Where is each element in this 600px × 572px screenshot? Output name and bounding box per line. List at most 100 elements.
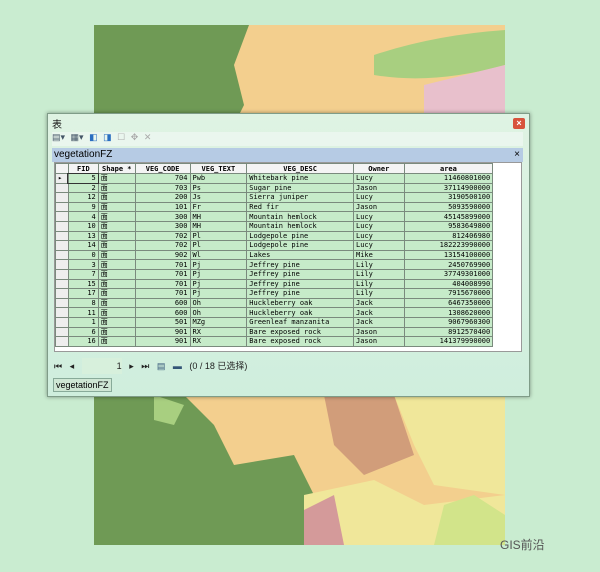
table-cell[interactable]: 面 [97, 288, 136, 299]
table-cell[interactable]: Huckleberry oak [246, 307, 354, 318]
clear-selection-icon[interactable]: ☐ [117, 132, 125, 143]
table-row[interactable]: 10 面 300 MH Mountain hemlock Lucy 9583649800 [55, 220, 521, 232]
table-cell[interactable]: Jason [352, 336, 405, 347]
table-cell[interactable]: 200 [134, 192, 191, 203]
page-input[interactable]: 1 [81, 358, 122, 374]
table-cell[interactable]: 182223990000 [403, 240, 494, 251]
column-header[interactable]: FID [67, 163, 99, 174]
table-cell[interactable]: Pj [189, 259, 248, 270]
table-cell[interactable]: MH [189, 220, 248, 232]
table-cell[interactable]: 702 [134, 240, 191, 251]
table-row[interactable]: ▸ 5 面 704 Pwb Whitebark pine Lucy 11460801000 [55, 172, 521, 185]
table-cell[interactable]: MH [189, 211, 248, 222]
table-cell[interactable]: Oh [189, 297, 248, 309]
table-cell[interactable]: MZg [189, 316, 248, 328]
table-cell[interactable]: 面 [97, 211, 136, 222]
table-cell[interactable]: 面 [97, 220, 136, 232]
table-cell[interactable]: 面 [97, 240, 136, 251]
table-cell[interactable]: 701 [134, 259, 191, 270]
table-row[interactable]: 8 面 600 Oh Huckleberry oak Jack 6467350000 [55, 297, 521, 309]
table-cell[interactable]: 701 [134, 278, 191, 290]
table-cell[interactable]: 901 [134, 326, 191, 338]
table-cell[interactable]: 14 [67, 240, 99, 251]
table-row[interactable]: 9 面 101 Fr Red fir Jason 5093590000 [55, 201, 521, 213]
row-selector[interactable] [55, 297, 69, 309]
next-record-button[interactable]: ▸ [129, 358, 134, 374]
attribute-grid[interactable]: FID Shape * VEG_CODE VEG_TEXT VEG_DESC Owner a… [54, 162, 522, 352]
table-cell[interactable]: 600 [134, 297, 191, 309]
table-cell[interactable]: Pj [189, 268, 248, 280]
table-cell[interactable]: 面 [97, 182, 136, 194]
row-selector[interactable] [55, 211, 69, 222]
column-header[interactable]: VEG_TEXT [189, 163, 248, 174]
table-cell[interactable]: Lodgepole pine [246, 240, 354, 251]
show-all-records-icon[interactable]: ▤ [157, 358, 166, 374]
table-row[interactable]: 12 面 200 Js Sierra juniper Lucy 3190500100 [55, 192, 521, 203]
table-cell[interactable]: 701 [134, 288, 191, 299]
table-cell[interactable]: 812406980 [403, 230, 494, 242]
table-cell[interactable]: Lakes [246, 249, 354, 261]
table-cell[interactable]: 45145899000 [403, 211, 494, 222]
table-cell[interactable]: 6467350000 [403, 297, 494, 309]
table-cell[interactable]: Greenleaf manzanita [246, 316, 354, 328]
row-selector[interactable] [55, 182, 69, 194]
table-cell[interactable]: 16 [67, 336, 99, 347]
table-row[interactable]: 17 面 701 Pj Jeffrey pine Lily 7915670000 [55, 288, 521, 299]
table-cell[interactable]: Lily [352, 288, 405, 299]
table-row[interactable]: 2 面 703 Ps Sugar pine Jason 37114900000 [55, 182, 521, 194]
table-cell[interactable]: 面 [97, 230, 136, 242]
table-cell[interactable]: 703 [134, 182, 191, 194]
row-selector[interactable] [55, 192, 69, 203]
table-cell[interactable]: 9067960300 [403, 316, 494, 328]
table-row[interactable]: 13 面 702 Pl Lodgepole pine Lucy 812406980 [55, 230, 521, 242]
table-cell[interactable]: 2450769900 [403, 259, 494, 270]
zoom-selected-icon[interactable]: ✥ [131, 132, 139, 143]
related-tables-icon[interactable]: ▦▾ [71, 132, 84, 143]
table-cell[interactable]: Lily [352, 278, 405, 290]
table-cell[interactable]: Sierra juniper [246, 192, 354, 203]
table-cell[interactable]: Oh [189, 307, 248, 318]
table-cell[interactable]: 8912570400 [403, 326, 494, 338]
table-row[interactable]: 16 面 901 RX Bare exposed rock Jason 1413799900… [55, 336, 521, 347]
table-cell[interactable]: Wl [189, 249, 248, 261]
table-cell[interactable]: 3 [67, 259, 99, 270]
row-selector[interactable] [55, 249, 69, 261]
table-cell[interactable]: 7 [67, 268, 99, 280]
table-cell[interactable]: Jack [352, 297, 405, 309]
column-header[interactable]: VEG_DESC [246, 163, 354, 174]
table-cell[interactable]: Bare exposed rock [246, 326, 354, 338]
table-cell[interactable]: Bare exposed rock [246, 336, 354, 347]
table-cell[interactable]: 600 [134, 307, 191, 318]
table-cell[interactable]: 13 [67, 230, 99, 242]
table-cell[interactable]: 5 [67, 172, 100, 185]
table-row[interactable]: 15 面 701 Pj Jeffrey pine Lily 404008990 [55, 278, 521, 290]
table-cell[interactable]: RX [189, 336, 248, 347]
table-cell[interactable]: 2 [67, 182, 99, 194]
row-selector[interactable] [55, 278, 69, 290]
row-selector[interactable] [55, 268, 69, 280]
table-cell[interactable]: RX [189, 326, 248, 338]
table-cell[interactable]: Sugar pine [246, 182, 354, 194]
table-cell[interactable]: 面 [97, 278, 136, 290]
table-cell[interactable]: Lily [352, 259, 405, 270]
table-cell[interactable]: Red fir [246, 201, 354, 213]
table-cell[interactable]: 4 [67, 211, 99, 222]
table-cell[interactable]: Lucy [352, 240, 405, 251]
table-cell[interactable]: Mountain hemlock [246, 211, 354, 222]
column-header[interactable]: area [403, 163, 494, 174]
table-cell[interactable]: Jeffrey pine [246, 259, 354, 270]
table-cell[interactable]: 面 [97, 307, 136, 318]
row-selector[interactable]: ▸ [55, 173, 69, 184]
table-row[interactable]: 1 面 501 MZg Greenleaf manzanita Jack 906796030… [55, 316, 521, 328]
table-cell[interactable]: 面 [97, 192, 136, 203]
table-cell[interactable]: 11 [67, 307, 99, 318]
row-selector[interactable] [55, 201, 69, 213]
table-cell[interactable]: 面 [97, 249, 136, 261]
table-cell[interactable]: Huckleberry oak [246, 297, 354, 309]
table-cell[interactable]: 面 [97, 326, 136, 338]
window-close-button[interactable]: × [513, 118, 525, 129]
column-header[interactable]: VEG_CODE [134, 163, 191, 174]
table-cell[interactable]: 1 [67, 316, 99, 328]
switch-selection-icon[interactable]: ◨ [103, 132, 112, 143]
table-row[interactable]: 11 面 600 Oh Huckleberry oak Jack 1308620000 [55, 307, 521, 318]
